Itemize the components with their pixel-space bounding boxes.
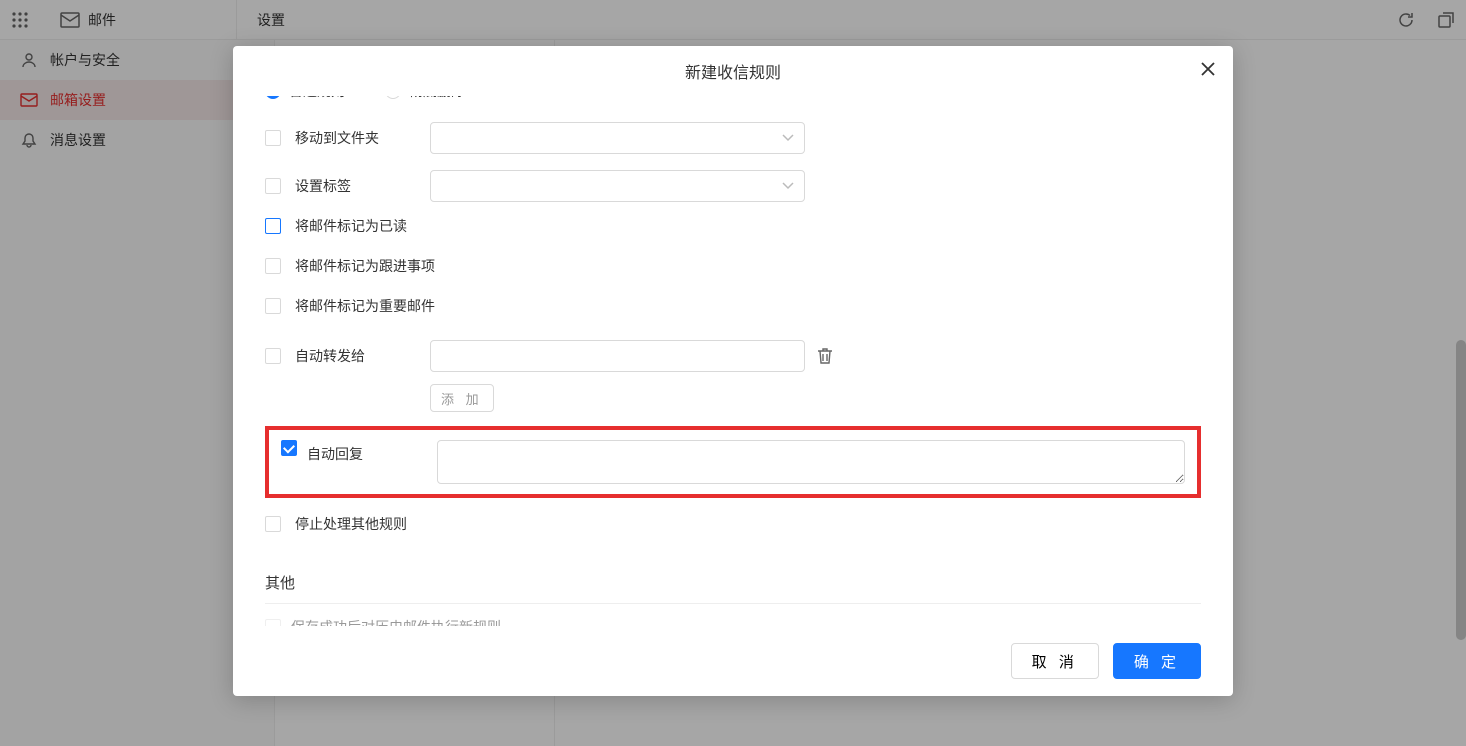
row-mark-follow: 将邮件标记为跟进事项 bbox=[265, 246, 1201, 286]
label-stop-other: 停止处理其他规则 bbox=[295, 514, 407, 534]
checkbox-set-tag[interactable] bbox=[265, 178, 281, 194]
radio-delete-forever[interactable]: 彻底删除 bbox=[385, 96, 465, 101]
checkbox-mark-important[interactable] bbox=[265, 298, 281, 314]
label-auto-forward: 自动转发给 bbox=[295, 346, 430, 366]
add-forward-button[interactable]: 添 加 bbox=[430, 384, 494, 412]
section-other-title: 其他 bbox=[265, 572, 1201, 601]
modal: 新建收信规则 普通规则 彻底删除 bbox=[233, 46, 1233, 696]
row-mark-important: 将邮件标记为重要邮件 bbox=[265, 286, 1201, 326]
checkbox-mark-follow[interactable] bbox=[265, 258, 281, 274]
label-auto-reply: 自动回复 bbox=[307, 440, 427, 464]
rule-type-radios: 普通规则 彻底删除 bbox=[265, 96, 1201, 102]
textarea-auto-reply[interactable] bbox=[437, 440, 1185, 484]
trash-icon[interactable] bbox=[817, 347, 833, 365]
radio-label: 彻底删除 bbox=[409, 96, 465, 101]
select-set-tag[interactable] bbox=[430, 170, 805, 202]
modal-title: 新建收信规则 bbox=[685, 59, 781, 83]
row-apply-history: 保存成功后对历史邮件执行新规则 bbox=[265, 618, 1201, 626]
checkbox-auto-reply[interactable] bbox=[281, 440, 297, 456]
modal-footer: 取 消 确 定 bbox=[233, 626, 1233, 696]
ok-button[interactable]: 确 定 bbox=[1113, 643, 1201, 679]
label-mark-read: 将邮件标记为已读 bbox=[295, 216, 407, 236]
cancel-button[interactable]: 取 消 bbox=[1011, 643, 1099, 679]
row-mark-read: 将邮件标记为已读 bbox=[265, 206, 1201, 246]
close-icon[interactable] bbox=[1199, 60, 1217, 78]
chevron-down-icon bbox=[782, 134, 794, 142]
row-set-tag: 设置标签 bbox=[265, 166, 1201, 206]
modal-overlay: 新建收信规则 普通规则 彻底删除 bbox=[0, 0, 1466, 746]
row-stop-other: 停止处理其他规则 bbox=[265, 504, 1201, 544]
input-auto-forward[interactable] bbox=[430, 340, 805, 372]
modal-body: 普通规则 彻底删除 移动到文件夹 bbox=[233, 96, 1233, 626]
chevron-down-icon bbox=[782, 182, 794, 190]
modal-header: 新建收信规则 bbox=[233, 46, 1233, 96]
radio-normal-rule[interactable]: 普通规则 bbox=[265, 96, 345, 101]
label-apply-history: 保存成功后对历史邮件执行新规则 bbox=[291, 618, 501, 626]
label-set-tag: 设置标签 bbox=[295, 176, 430, 196]
label-mark-follow: 将邮件标记为跟进事项 bbox=[295, 256, 435, 276]
checkbox-mark-read[interactable] bbox=[265, 218, 281, 234]
radio-unselected-icon bbox=[385, 96, 401, 99]
checkbox-stop-other[interactable] bbox=[265, 516, 281, 532]
label-move-folder: 移动到文件夹 bbox=[295, 128, 430, 148]
checkbox-apply-history[interactable] bbox=[265, 619, 281, 626]
select-move-folder[interactable] bbox=[430, 122, 805, 154]
divider bbox=[265, 603, 1201, 604]
row-auto-reply: 自动回复 bbox=[265, 426, 1201, 498]
label-mark-important: 将邮件标记为重要邮件 bbox=[295, 296, 435, 316]
radio-selected-icon bbox=[265, 96, 281, 99]
row-auto-forward: 自动转发给 bbox=[265, 336, 1201, 376]
row-move-folder: 移动到文件夹 bbox=[265, 118, 1201, 158]
checkbox-auto-forward[interactable] bbox=[265, 348, 281, 364]
checkbox-move-folder[interactable] bbox=[265, 130, 281, 146]
radio-label: 普通规则 bbox=[289, 96, 345, 101]
